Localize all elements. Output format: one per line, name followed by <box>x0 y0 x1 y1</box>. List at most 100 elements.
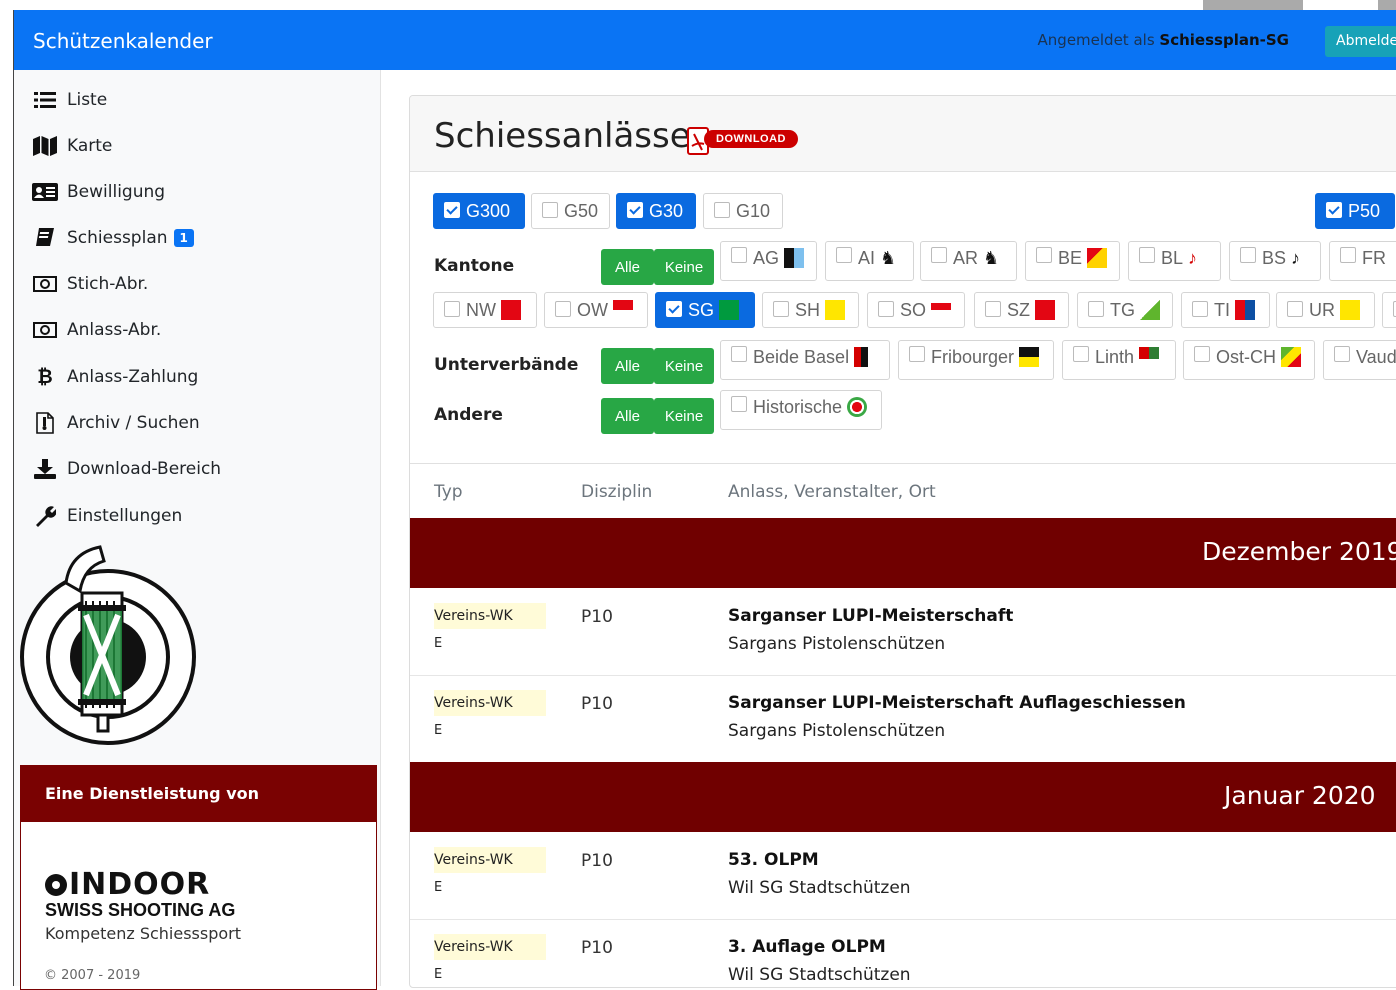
filter-kanton-bs[interactable]: BS ♪ <box>1229 241 1321 281</box>
checkbox[interactable] <box>731 396 747 412</box>
checkbox[interactable] <box>909 346 925 362</box>
filter-verband-beide-basel[interactable]: Beide Basel <box>720 340 890 380</box>
sidebar-item-download[interactable]: Download-Bereich <box>32 454 221 484</box>
checkbox[interactable] <box>1287 301 1303 317</box>
map-icon <box>32 135 58 157</box>
checkbox[interactable] <box>1240 247 1256 263</box>
sidebar-item-label: Stich-Abr. <box>67 274 149 294</box>
andere-alle-button[interactable]: Alle <box>601 398 654 434</box>
filter-kanton-ow[interactable]: OW <box>544 292 648 328</box>
filter-kanton-sz[interactable]: SZ <box>974 292 1069 328</box>
file-search-icon <box>32 412 58 434</box>
filter-discipline-p50[interactable]: P50 <box>1315 193 1395 229</box>
andere-keine-button[interactable]: Keine <box>654 398 714 434</box>
filter-kanton-be[interactable]: BE <box>1025 241 1120 281</box>
filter-discipline-g50[interactable]: G50 <box>531 193 610 229</box>
checkbox[interactable] <box>931 247 947 263</box>
checkbox[interactable] <box>773 301 789 317</box>
checkbox[interactable] <box>1139 247 1155 263</box>
checkbox[interactable] <box>444 301 460 317</box>
checkbox[interactable] <box>1334 346 1350 362</box>
filter-andere-historische[interactable]: Historische <box>720 390 882 430</box>
unterverbaende-keine-button[interactable]: Keine <box>654 348 714 384</box>
filter-kanton-tg[interactable]: TG <box>1077 292 1173 328</box>
checkbox[interactable] <box>836 247 852 263</box>
sidebar-item-liste[interactable]: Liste <box>32 85 107 115</box>
brand-title[interactable]: Schützenkalender <box>33 29 213 53</box>
filter-label: AR <box>953 248 979 268</box>
filter-kanton-ai[interactable]: AI ♞ <box>825 241 914 281</box>
money-bill-icon <box>32 273 58 295</box>
indoor-swiss-shooting-logo[interactable]: INDOOR SWISS SHOOTING AG <box>45 870 235 921</box>
list-icon <box>32 89 58 111</box>
checkbox-checked[interactable] <box>666 301 682 317</box>
checkbox[interactable] <box>878 301 894 317</box>
checkbox[interactable] <box>985 301 1001 317</box>
filter-label: FR <box>1362 248 1386 268</box>
event-title[interactable]: 53. OLPM <box>728 850 819 870</box>
card-header: Schiessanlässe DOWNLOAD <box>410 96 1396 172</box>
checkbox-checked[interactable] <box>1326 202 1342 218</box>
unterverbaende-alle-button[interactable]: Alle <box>601 348 654 384</box>
checkbox[interactable] <box>1340 247 1356 263</box>
table-row[interactable]: Vereins-WK E P10 Sarganser LUPI-Meisters… <box>410 675 1396 763</box>
sidebar-item-karte[interactable]: Karte <box>32 131 112 161</box>
sidebar-item-anlass-abr[interactable]: Anlass-Abr. <box>32 315 161 345</box>
checkbox[interactable] <box>1194 346 1210 362</box>
month-title: Dezember 2019 <box>1202 537 1396 566</box>
filter-verband-linth[interactable]: Linth <box>1062 340 1176 380</box>
filter-kanton-fr[interactable]: FR <box>1329 241 1396 281</box>
sidebar-item-bewilligung[interactable]: Bewilligung <box>32 177 165 207</box>
logout-button[interactable]: Abmelden <box>1325 26 1396 57</box>
so-flag-icon <box>931 303 952 317</box>
table-row[interactable]: Vereins-WK E P10 Sarganser LUPI-Meisters… <box>410 588 1396 676</box>
checkbox[interactable] <box>714 202 730 218</box>
sidebar-item-label: Archiv / Suchen <box>67 413 200 433</box>
filter-label: BS <box>1262 248 1287 268</box>
checkbox-checked[interactable] <box>627 202 643 218</box>
event-title[interactable]: 3. Auflage OLPM <box>728 937 886 957</box>
event-title[interactable]: Sarganser LUPI-Meisterschaft <box>728 606 1013 626</box>
pdf-download-button[interactable]: DOWNLOAD <box>686 124 800 162</box>
checkbox[interactable] <box>1073 346 1089 362</box>
filter-discipline-g10[interactable]: G10 <box>703 193 783 229</box>
filter-label: AG <box>753 248 780 268</box>
event-discipline: P10 <box>581 607 613 627</box>
checkbox[interactable] <box>542 202 558 218</box>
checkbox[interactable] <box>731 346 747 362</box>
table-row[interactable]: Vereins-WK E P10 3. Auflage OLPM Wil SG … <box>410 919 1396 987</box>
table-row[interactable]: Vereins-WK E P10 53. OLPM Wil SG Stadtsc… <box>410 832 1396 920</box>
filter-kanton-so[interactable]: SO <box>867 292 965 328</box>
sidebar-item-stich-abr[interactable]: Stich-Abr. <box>32 269 148 299</box>
kantone-alle-button[interactable]: Alle <box>601 249 654 285</box>
filter-kanton-sh[interactable]: SH <box>762 292 859 328</box>
month-header: Dezember 2019 <box>410 518 1396 588</box>
filter-kanton-ur[interactable]: UR <box>1276 292 1375 328</box>
filter-verband-fribourger[interactable]: Fribourger <box>898 340 1054 380</box>
filter-kanton-sg[interactable]: SG <box>655 292 755 328</box>
sidebar-item-archiv[interactable]: Archiv / Suchen <box>32 408 200 438</box>
checkbox[interactable] <box>731 247 747 263</box>
filter-kanton-ag[interactable]: AG <box>720 241 817 281</box>
checkbox[interactable] <box>1036 247 1052 263</box>
filter-verband-ost-ch[interactable]: Ost-CH <box>1183 340 1315 380</box>
filter-kanton-ar[interactable]: AR ♞ <box>920 241 1017 281</box>
filter-kanton-bl[interactable]: BL ♪ <box>1128 241 1221 281</box>
event-title[interactable]: Sarganser LUPI-Meisterschaft Auflageschi… <box>728 693 1186 713</box>
checkbox-checked[interactable] <box>444 202 460 218</box>
filter-discipline-g30[interactable]: G30 <box>616 193 696 229</box>
filter-discipline-g300[interactable]: G300 <box>433 193 525 229</box>
filter-kanton-nw[interactable]: NW <box>433 292 537 328</box>
sidebar-item-einstellungen[interactable]: Einstellungen <box>32 501 182 531</box>
filter-kanton-ti[interactable]: TI <box>1181 292 1270 328</box>
filter-verband-vaud[interactable]: Vaud <box>1323 340 1396 380</box>
event-type-sub: E <box>434 880 443 895</box>
checkbox[interactable] <box>555 301 571 317</box>
checkbox[interactable] <box>1192 301 1208 317</box>
filter-label: P50 <box>1348 200 1381 221</box>
checkbox[interactable] <box>1088 301 1104 317</box>
sidebar-item-schiessplan[interactable]: Schiessplan 1 <box>32 223 194 253</box>
sidebar-item-anlass-zahlung[interactable]: ₿ Anlass-Zahlung <box>32 362 198 392</box>
kantone-keine-button[interactable]: Keine <box>654 249 714 285</box>
filter-kanton-next[interactable] <box>1382 292 1396 328</box>
